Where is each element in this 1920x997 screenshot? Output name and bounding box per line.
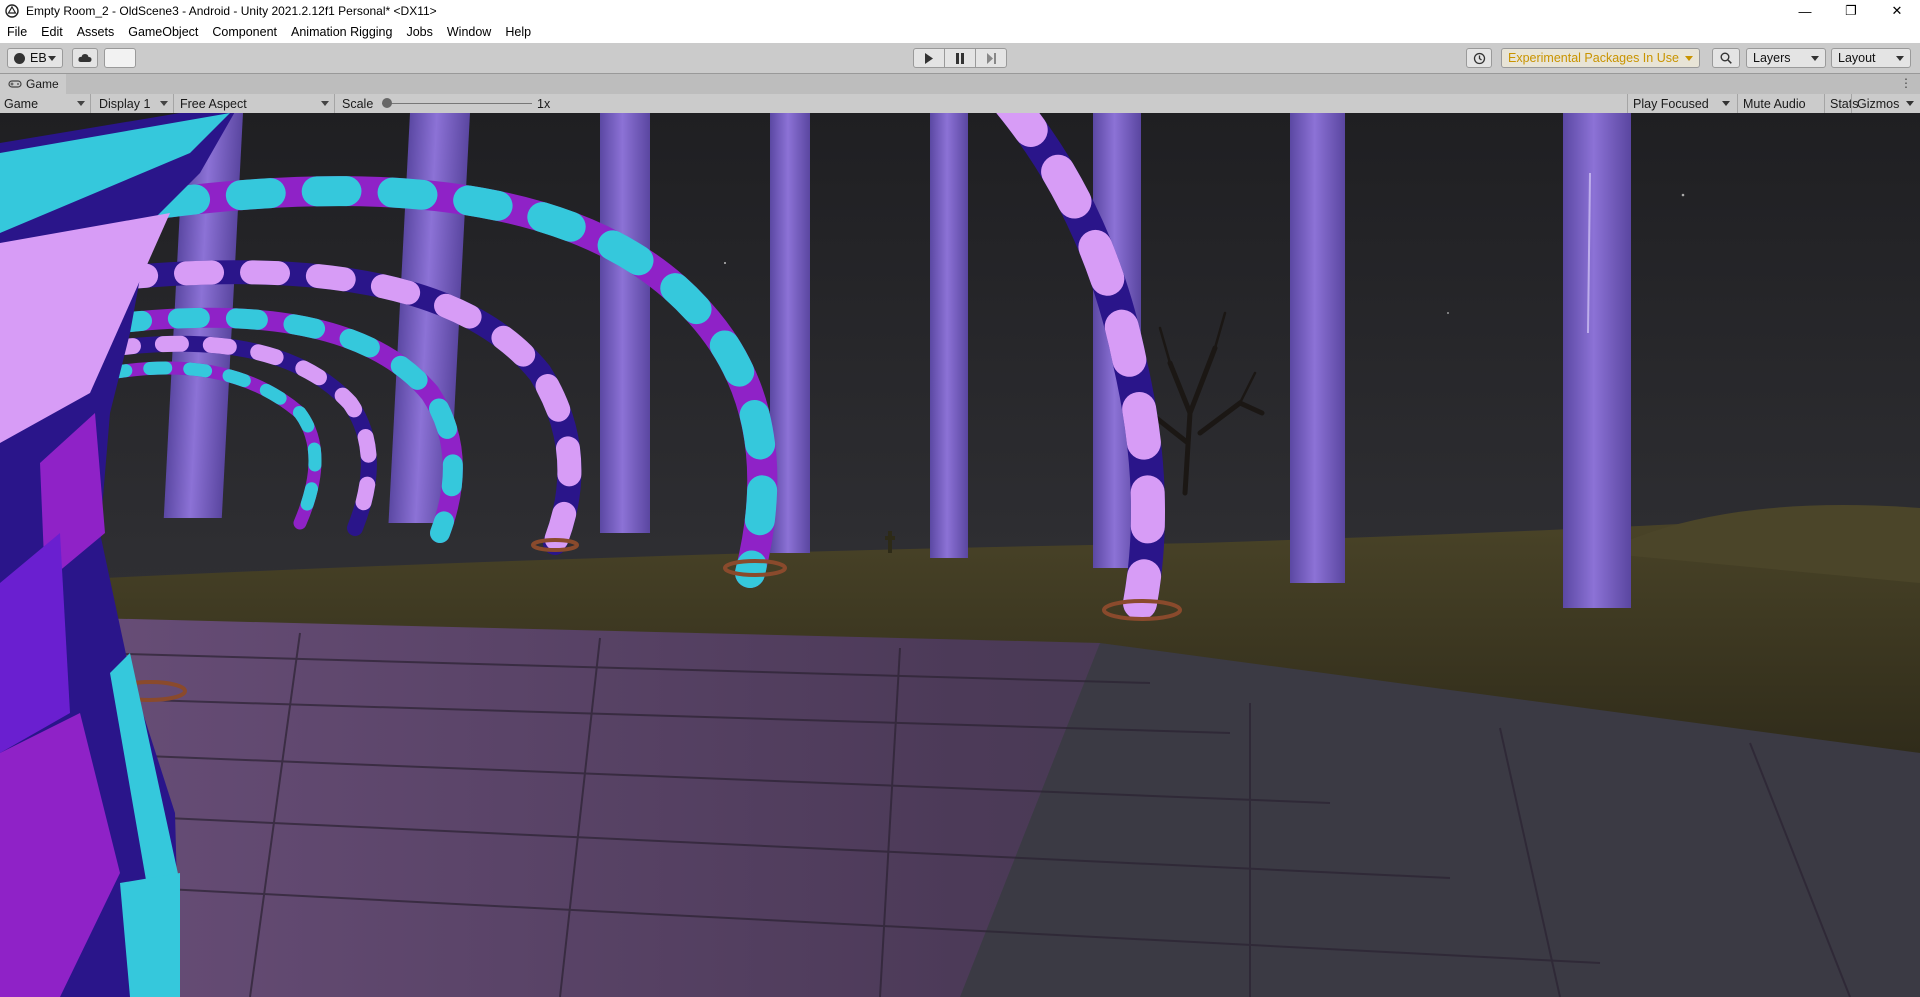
close-button[interactable]: ✕ bbox=[1874, 0, 1920, 22]
chevron-down-icon bbox=[1685, 56, 1693, 61]
cloud-icon bbox=[78, 54, 92, 62]
minimize-button[interactable]: — bbox=[1782, 0, 1828, 22]
menu-animation-rigging[interactable]: Animation Rigging bbox=[284, 22, 399, 43]
aspect-label: Free Aspect bbox=[180, 96, 247, 111]
gizmos-label: Gizmos bbox=[1857, 96, 1900, 111]
play-focused-dropdown[interactable]: Play Focused bbox=[1627, 94, 1736, 113]
scale-slider-thumb[interactable] bbox=[382, 98, 392, 108]
scale-label: Scale bbox=[342, 97, 374, 111]
pause-button[interactable] bbox=[944, 48, 976, 68]
menu-jobs[interactable]: Jobs bbox=[399, 22, 439, 43]
play-icon bbox=[925, 52, 933, 64]
gizmos-dropdown[interactable]: Gizmos bbox=[1851, 94, 1920, 113]
layout-dropdown[interactable]: Layout bbox=[1831, 48, 1911, 68]
game-scene-render bbox=[0, 113, 1920, 997]
chevron-down-icon bbox=[1906, 101, 1914, 106]
experimental-packages-label: Experimental Packages In Use bbox=[1508, 51, 1679, 65]
pause-icon bbox=[956, 52, 964, 64]
chevron-down-icon bbox=[321, 101, 329, 106]
search-button[interactable] bbox=[1712, 48, 1740, 68]
chevron-down-icon bbox=[77, 101, 85, 106]
chevron-down-icon bbox=[1811, 56, 1819, 61]
main-toolbar: EB Experimental Packages In Use Layers L… bbox=[0, 43, 1920, 74]
mute-audio-toggle[interactable]: Mute Audio bbox=[1737, 94, 1811, 113]
layers-dropdown[interactable]: Layers bbox=[1746, 48, 1826, 68]
menu-file[interactable]: File bbox=[0, 22, 34, 43]
account-label: EB bbox=[30, 51, 47, 65]
gamepad-icon bbox=[8, 80, 22, 88]
title-bar: Empty Room_2 - OldScene3 - Android - Uni… bbox=[0, 0, 1920, 22]
display-dropdown[interactable]: Display 1 bbox=[95, 94, 174, 113]
scale-value: 1x bbox=[537, 97, 551, 111]
mute-audio-label: Mute Audio bbox=[1743, 96, 1806, 111]
search-icon bbox=[1720, 52, 1732, 64]
tab-game[interactable]: Game bbox=[0, 74, 66, 94]
chevron-down-icon bbox=[1896, 56, 1904, 61]
game-view-toolbar: Game Display 1 Free Aspect Scale 1x Play… bbox=[0, 94, 1920, 114]
play-focused-label: Play Focused bbox=[1633, 96, 1709, 111]
collab-button[interactable] bbox=[104, 48, 136, 68]
menu-help[interactable]: Help bbox=[498, 22, 538, 43]
panel-tab-bar: Game ⋮ bbox=[0, 74, 1920, 95]
layers-label: Layers bbox=[1753, 51, 1791, 65]
experimental-packages-button[interactable]: Experimental Packages In Use bbox=[1501, 48, 1700, 68]
layout-label: Layout bbox=[1838, 51, 1876, 65]
account-dropdown[interactable]: EB bbox=[7, 48, 63, 68]
history-button[interactable] bbox=[1466, 48, 1492, 68]
menu-assets[interactable]: Assets bbox=[70, 22, 122, 43]
more-options-icon[interactable]: ⋮ bbox=[1900, 76, 1912, 90]
cloud-button[interactable] bbox=[72, 48, 98, 68]
view-mode-dropdown[interactable]: Game bbox=[0, 94, 91, 113]
view-mode-label: Game bbox=[4, 96, 39, 111]
window-title: Empty Room_2 - OldScene3 - Android - Uni… bbox=[26, 4, 437, 18]
menu-edit[interactable]: Edit bbox=[34, 22, 70, 43]
chevron-down-icon bbox=[1722, 101, 1730, 106]
history-icon bbox=[1473, 52, 1485, 64]
window-controls: — ❐ ✕ bbox=[1782, 0, 1920, 22]
chevron-down-icon bbox=[160, 101, 168, 106]
menu-gameobject[interactable]: GameObject bbox=[121, 22, 205, 43]
aspect-dropdown[interactable]: Free Aspect bbox=[176, 94, 335, 113]
display-label: Display 1 bbox=[99, 96, 151, 111]
menu-component[interactable]: Component bbox=[205, 22, 284, 43]
account-icon bbox=[14, 52, 25, 64]
tab-game-label: Game bbox=[26, 77, 59, 91]
unity-logo-icon bbox=[4, 3, 20, 19]
chevron-down-icon bbox=[48, 56, 56, 61]
play-button[interactable] bbox=[913, 48, 945, 68]
game-viewport[interactable] bbox=[0, 113, 1920, 997]
menu-window[interactable]: Window bbox=[440, 22, 498, 43]
step-icon bbox=[986, 52, 996, 64]
step-button[interactable] bbox=[975, 48, 1007, 68]
restore-button[interactable]: ❐ bbox=[1828, 0, 1874, 22]
scale-slider[interactable] bbox=[382, 98, 532, 108]
menu-bar: File Edit Assets GameObject Component An… bbox=[0, 22, 1920, 43]
